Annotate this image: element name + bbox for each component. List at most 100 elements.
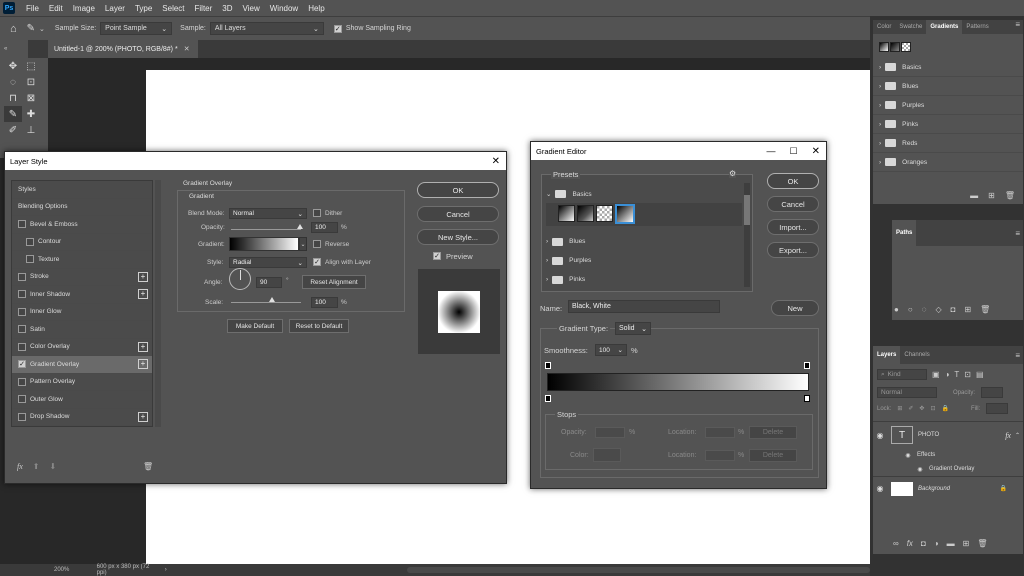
menu-layer[interactable]: Layer [100,4,130,13]
smoothness-field[interactable]: 100 ⌄ [595,344,627,356]
layer-effects[interactable]: ◉ Effects [873,448,1023,462]
layer-kind-select[interactable]: ⌕ Kind [877,369,927,380]
fill-path-icon[interactable]: ● [894,305,899,314]
gradient-swatch-transparent[interactable] [901,42,911,52]
tab-patterns[interactable]: Patterns [962,20,992,34]
folder-basics[interactable]: › Basics [873,58,1023,77]
link-layers-icon[interactable]: ∞ [893,539,899,548]
healing-brush-tool-icon[interactable]: ✚ [22,106,40,122]
new-folder-icon[interactable]: ▬ [970,191,978,200]
style-item-checkbox[interactable] [18,342,26,351]
opacity-stop-right[interactable] [804,362,810,369]
style-item-texture[interactable]: Texture [12,251,152,269]
reverse-checkbox[interactable] [313,240,321,248]
filter-type-icon[interactable]: T [954,370,959,379]
document-tab[interactable]: Untitled-1 @ 200% (PHOTO, RGB/8#) * ✕ [48,40,198,58]
style-item-checkbox[interactable] [18,307,26,316]
opacity-field[interactable]: 100 [311,222,338,233]
style-select[interactable]: Radial ⌄ [229,257,307,268]
reset-alignment-button[interactable]: Reset Alignment [302,275,366,289]
eyedropper-tool-icon[interactable]: ✎ [27,23,35,34]
trash-icon[interactable]: 🗑 [1005,191,1015,200]
arrow-down-icon[interactable]: ⬇ [49,462,56,471]
style-item-bevel-emboss[interactable]: Bevel & Emboss [12,216,152,234]
trash-icon[interactable]: 🗑 [143,462,153,471]
style-item-checkbox[interactable] [18,377,26,386]
minimize-icon[interactable]: — [767,146,776,156]
layer-fill-field[interactable] [986,403,1009,414]
menu-filter[interactable]: Filter [190,4,218,13]
filter-adjustment-icon[interactable]: ◑ [945,370,950,379]
style-item-checkbox[interactable] [18,272,26,281]
style-item-outer-glow[interactable]: Outer Glow [12,391,152,409]
tool-preset-chevron-icon[interactable]: ⌄ [39,25,45,33]
folder-oranges[interactable]: › Oranges [873,153,1023,172]
new-layer-icon[interactable]: ⊞ [963,539,970,548]
ge-new-button[interactable]: New [771,300,819,316]
preview-checkbox[interactable]: ✓ [433,252,441,260]
name-field[interactable]: Black, White [568,300,720,313]
horizontal-scrollbar[interactable] [406,567,870,573]
style-item-contour[interactable]: Contour [12,234,152,251]
style-item-checkbox[interactable]: ✓ [18,360,26,369]
chevron-up-icon[interactable]: ⌃ [1015,432,1020,439]
presets-scrollbar-thumb[interactable] [744,195,750,225]
style-item-checkbox[interactable] [26,255,34,264]
menu-help[interactable]: Help [303,4,329,13]
style-item-checkbox[interactable] [18,220,26,229]
sample-size-select[interactable]: Point Sample ⌄ [100,22,173,35]
menu-3d[interactable]: 3D [217,4,237,13]
style-list-scrollbar[interactable] [155,180,161,427]
frame-tool-icon[interactable]: ⊠ [22,90,40,106]
blend-mode-select[interactable]: Normal ⌄ [229,208,307,219]
reset-to-default-button[interactable]: Reset to Default [289,319,349,333]
trash-icon[interactable]: 🗑 [980,305,990,314]
collapse-arrows-icon[interactable]: « [4,46,7,52]
add-mask-icon[interactable]: ◘ [921,539,926,548]
presets-scrollbar[interactable] [744,183,750,287]
style-item-drop-shadow[interactable]: Drop Shadow + [12,409,152,426]
add-effect-plus-icon[interactable]: + [138,341,148,352]
add-effect-plus-icon[interactable]: + [138,289,148,300]
load-selection-icon[interactable]: ◌ [922,305,927,314]
lock-artboard-icon[interactable]: ⊡ [930,405,935,412]
tab-color[interactable]: Color [873,20,895,34]
visibility-eye-icon[interactable]: ◉ [873,431,887,440]
fx-icon[interactable]: fx [17,462,23,471]
gradient-swatch-black-white[interactable] [879,42,889,52]
new-gradient-icon[interactable]: ⊞ [988,191,995,200]
preset-folder-pinks[interactable]: › Pinks [546,270,742,289]
quick-selection-tool-icon[interactable]: ⊡ [22,74,40,90]
add-effect-plus-icon[interactable]: + [138,411,148,422]
menu-view[interactable]: View [238,4,265,13]
new-group-icon[interactable]: ▬ [947,539,955,548]
ok-button[interactable]: OK [417,182,499,198]
layer-photo[interactable]: ◉ T PHOTO fx ⌃ [873,422,1023,448]
tab-layers[interactable]: Layers [873,346,901,364]
gradient-swatch-black-transparent[interactable] [890,42,900,52]
filter-pixel-icon[interactable]: ▣ [932,370,940,379]
folder-blues[interactable]: › Blues [873,77,1023,96]
menu-image[interactable]: Image [68,4,100,13]
opacity-slider-track[interactable] [231,229,301,230]
close-icon[interactable]: ✕ [184,45,190,53]
scale-slider-thumb[interactable] [269,297,275,302]
show-sampling-ring-checkbox[interactable]: ✓ [333,24,342,33]
preset-folder-blues[interactable]: › Blues [546,232,742,251]
gradient-ramp[interactable] [547,373,809,391]
gradient-dropdown[interactable]: ⌄ [299,237,307,251]
tab-gradients[interactable]: Gradients [926,20,963,34]
new-style-button[interactable]: New Style... [417,229,499,245]
layer-blend-select[interactable]: Normal [877,387,937,398]
zoom-level[interactable]: 200% [54,567,93,573]
move-tool-icon[interactable]: ✥ [4,58,22,74]
folder-pinks[interactable]: › Pinks [873,115,1023,134]
status-arrow-icon[interactable]: › [165,567,167,573]
style-item-checkbox[interactable] [18,412,26,421]
opacity-slider-thumb[interactable] [297,224,303,229]
close-icon[interactable]: ✕ [492,156,500,167]
style-item-color-overlay[interactable]: Color Overlay + [12,339,152,356]
color-stop-left[interactable] [545,395,551,402]
style-item-styles[interactable]: Styles [12,181,152,199]
style-item-checkbox[interactable] [18,395,26,404]
